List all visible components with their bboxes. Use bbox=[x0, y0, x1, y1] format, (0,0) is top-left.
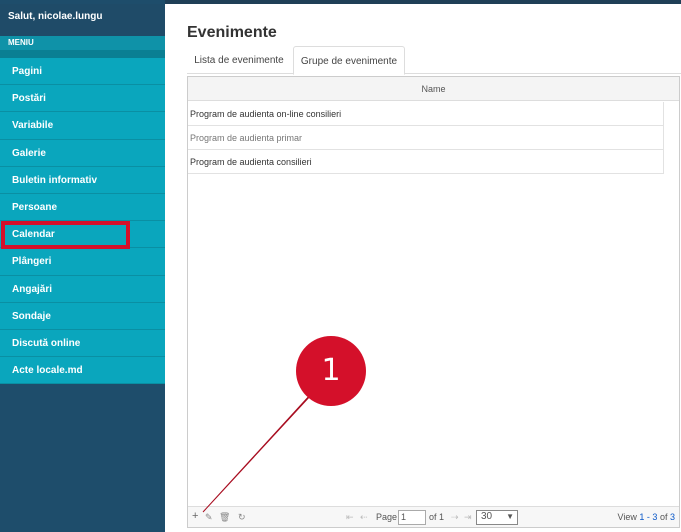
trash-icon[interactable]: 🗑 bbox=[219, 512, 230, 523]
sidebar-item-acte-locale[interactable]: Acte locale.md bbox=[0, 357, 165, 385]
sidebar-item-sondaje[interactable]: Sondaje bbox=[0, 302, 165, 330]
event-groups-grid: Name Program de audienta on-line consili… bbox=[187, 76, 680, 528]
sidebar-item-plangeri[interactable]: Plângeri bbox=[0, 248, 165, 276]
calendar-highlight-box bbox=[1, 221, 130, 249]
refresh-icon[interactable]: ↻ bbox=[238, 512, 246, 523]
grid-pager: + ✎ 🗑 ↻ ⇤ ⇠ Page 1 of 1 ⇢ ⇥ 30 ▼ View 1 -… bbox=[188, 506, 679, 527]
column-header-name[interactable]: Name bbox=[188, 77, 679, 101]
chevron-down-icon: ▼ bbox=[506, 512, 514, 521]
table-row[interactable]: Program de audienta on-line consilieri bbox=[188, 102, 664, 126]
menu-divider bbox=[0, 50, 165, 58]
sidebar-item-label: Galerie bbox=[12, 147, 46, 159]
view-records-text: View 1 - 3 of 3 bbox=[618, 512, 675, 522]
user-greeting: Salut, nicolae.lungu bbox=[0, 4, 165, 36]
sidebar-item-pagini[interactable]: Pagini bbox=[0, 58, 165, 86]
main-content: Evenimente Lista de evenimente Grupe de … bbox=[165, 4, 681, 532]
sidebar-item-label: Variabile bbox=[12, 120, 54, 132]
sidebar-item-galerie[interactable]: Galerie bbox=[0, 139, 165, 167]
sidebar-item-label: Pagini bbox=[12, 66, 43, 77]
view-of: of bbox=[659, 512, 668, 522]
sidebar-item-label: Angajări bbox=[12, 283, 53, 295]
next-page-icon[interactable]: ⇢ bbox=[451, 512, 459, 523]
sidebar-item-label: Discută online bbox=[12, 337, 81, 349]
page-number-input[interactable]: 1 bbox=[398, 510, 426, 525]
sidebar-item-variabile[interactable]: Variabile bbox=[0, 112, 165, 140]
view-total: 3 bbox=[669, 512, 675, 522]
view-range: 1 - 3 bbox=[639, 512, 658, 522]
rows-per-page-select[interactable]: 30 ▼ bbox=[476, 510, 518, 525]
sidebar-item-label: Sondaje bbox=[12, 310, 51, 322]
plus-icon[interactable]: + bbox=[192, 510, 198, 522]
sidebar-item-postari[interactable]: Postări bbox=[0, 85, 165, 113]
sidebar-item-label: Persoane bbox=[12, 201, 58, 213]
grid-rows: Program de audienta on-line consilieri P… bbox=[188, 102, 664, 174]
sidebar: Salut, nicolae.lungu MENIU Pagini Postăr… bbox=[0, 0, 165, 532]
annotation-badge: 1 bbox=[296, 336, 366, 406]
prev-page-icon[interactable]: ⇠ bbox=[360, 512, 368, 523]
first-page-icon[interactable]: ⇤ bbox=[346, 512, 354, 523]
tab-bar: Lista de evenimente Grupe de evenimente bbox=[187, 46, 681, 75]
view-prefix: View bbox=[617, 512, 637, 522]
tab-grupe-evenimente[interactable]: Grupe de evenimente bbox=[293, 46, 405, 75]
sidebar-item-label: Postări bbox=[12, 93, 46, 105]
table-row[interactable]: Program de audienta primar bbox=[188, 126, 664, 150]
rows-per-page-value: 30 bbox=[481, 511, 493, 522]
sidebar-item-persoane[interactable]: Persoane bbox=[0, 193, 165, 222]
edit-icon[interactable]: ✎ bbox=[205, 512, 213, 523]
page-title: Evenimente bbox=[187, 24, 277, 41]
sidebar-item-label: Acte locale.md bbox=[12, 365, 83, 377]
menu-title: MENIU bbox=[0, 36, 165, 50]
sidebar-item-buletin[interactable]: Buletin informativ bbox=[0, 166, 165, 194]
sidebar-item-discuta-online[interactable]: Discută online bbox=[0, 329, 165, 358]
tab-lista-evenimente[interactable]: Lista de evenimente bbox=[187, 46, 291, 75]
last-page-icon[interactable]: ⇥ bbox=[464, 512, 472, 523]
table-row[interactable]: Program de audienta consilieri bbox=[188, 150, 664, 174]
sidebar-item-label: Plângeri bbox=[12, 256, 52, 268]
page-count-label: of 1 bbox=[429, 512, 445, 522]
page-label: Page bbox=[376, 512, 398, 522]
sidebar-item-label: Buletin informativ bbox=[12, 174, 98, 186]
sidebar-item-angajari[interactable]: Angajări bbox=[0, 275, 165, 303]
